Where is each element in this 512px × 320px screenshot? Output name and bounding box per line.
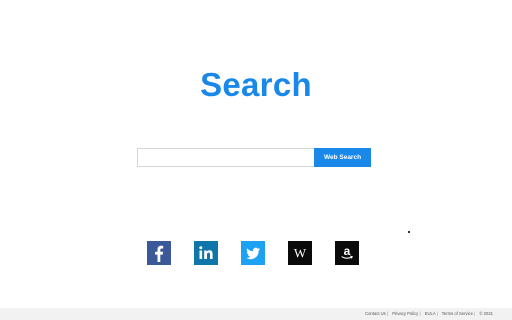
footer-separator: |	[385, 311, 389, 316]
facebook-icon	[155, 245, 164, 262]
svg-text:W: W	[294, 246, 307, 261]
search-form: Web Search	[137, 148, 371, 167]
amazon-link[interactable]: a	[335, 241, 359, 265]
linkedin-link[interactable]	[194, 241, 218, 265]
terms-of-service-link[interactable]: Terms of Service	[442, 311, 473, 316]
twitter-icon	[246, 247, 260, 260]
stray-dot	[408, 231, 410, 233]
amazon-icon: a	[341, 244, 353, 259]
footer: Contact Us | Privacy Policy | EULA | Ter…	[0, 308, 512, 320]
contact-us-link[interactable]: Contact Us	[365, 311, 386, 316]
twitter-link[interactable]	[241, 241, 265, 265]
eula-link[interactable]: EULA	[425, 311, 436, 316]
privacy-policy-link[interactable]: Privacy Policy	[392, 311, 418, 316]
copyright-text: © 2021	[479, 311, 493, 316]
svg-text:a: a	[344, 244, 351, 258]
page-title-logo: Search	[200, 66, 312, 103]
footer-separator: |	[435, 311, 438, 316]
footer-separator: |	[418, 311, 421, 316]
footer-links: Contact Us | Privacy Policy | EULA | Ter…	[365, 311, 493, 316]
wikipedia-link[interactable]: W	[288, 241, 312, 265]
wikipedia-icon: W	[294, 246, 307, 261]
footer-separator: |	[472, 311, 476, 316]
facebook-link[interactable]	[147, 241, 171, 265]
search-input[interactable]	[137, 148, 314, 167]
web-search-button[interactable]: Web Search	[314, 148, 371, 167]
linkedin-icon	[199, 246, 213, 259]
